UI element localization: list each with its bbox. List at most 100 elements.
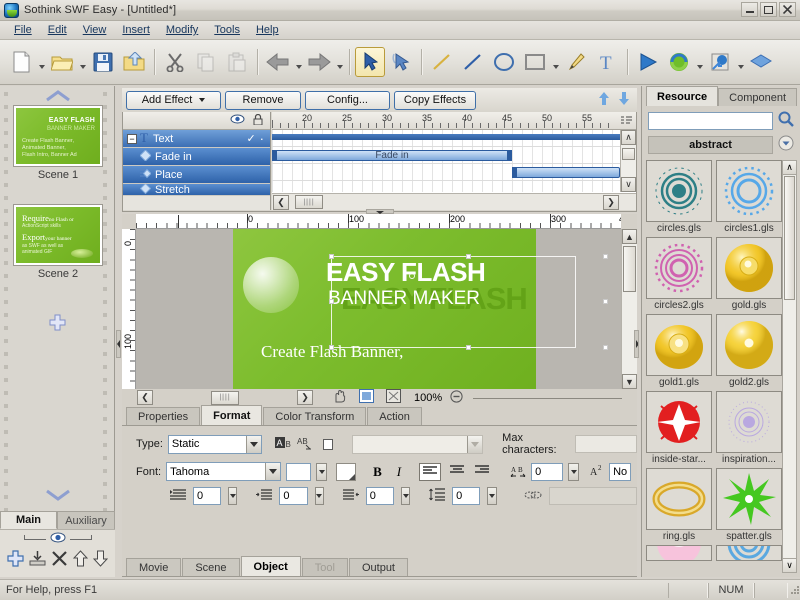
new-file-icon[interactable]	[6, 47, 36, 77]
inspiration-icon[interactable]	[716, 391, 782, 453]
layer-visible-check[interactable]: ✓	[246, 132, 255, 145]
left-margin-spinner[interactable]	[315, 487, 324, 505]
circles-blue-icon[interactable]	[716, 160, 782, 222]
add-effect-caret-icon[interactable]	[199, 98, 205, 102]
scene-scroll-up[interactable]	[0, 89, 115, 106]
menu-help[interactable]: Help	[248, 22, 287, 38]
ring-icon[interactable]	[646, 468, 712, 530]
timeline-options-icon[interactable]	[621, 116, 632, 129]
chevron-down-icon[interactable]	[778, 135, 794, 154]
timeline-scroll-right[interactable]: ❯	[603, 195, 619, 210]
indent-input[interactable]: 0	[193, 487, 221, 505]
menu-view[interactable]: View	[75, 22, 115, 38]
tab-action[interactable]: Action	[367, 407, 422, 425]
zoom-slider[interactable]	[473, 391, 637, 405]
keyframe-end-handle[interactable]	[507, 150, 512, 161]
resource-search-input[interactable]	[648, 112, 773, 130]
search-icon[interactable]	[778, 111, 794, 130]
rectangle-dropdown[interactable]	[551, 47, 560, 77]
publish-icon[interactable]	[664, 47, 694, 77]
resource-item[interactable]: ring.gls	[646, 468, 712, 542]
scene-scroll-down[interactable]	[0, 488, 115, 505]
handle-bottom-center[interactable]	[466, 345, 471, 350]
right-splitter-grip[interactable]	[634, 330, 639, 358]
move-down-icon[interactable]	[93, 550, 108, 570]
tab-properties[interactable]: Properties	[126, 407, 200, 425]
resource-item[interactable]	[716, 545, 782, 561]
font-family-select[interactable]: Tahoma	[166, 462, 281, 481]
timeline-scroll-up[interactable]: ∧	[621, 130, 636, 145]
resource-category-value[interactable]: abstract	[648, 136, 773, 154]
italic-button[interactable]: I	[397, 464, 401, 480]
resource-item[interactable]: inside-star...	[646, 391, 712, 465]
tab-component[interactable]: Component	[718, 88, 797, 106]
baseline-shift-select[interactable]: No	[609, 463, 631, 481]
timeline-scroll-thumb[interactable]	[622, 148, 635, 160]
rotation-handle[interactable]	[409, 273, 415, 279]
frame-row-place[interactable]	[272, 164, 620, 181]
layer-lock-dot[interactable]: ·	[260, 135, 264, 143]
handle-top-left[interactable]	[329, 254, 334, 259]
gold-disc2-icon[interactable]	[716, 314, 782, 376]
keyframe-bar-place[interactable]	[512, 167, 620, 178]
link-input[interactable]	[549, 487, 638, 505]
move-effect-up-icon[interactable]	[599, 92, 609, 108]
right-margin-spinner[interactable]	[401, 487, 410, 505]
render-text-icon[interactable]: AB	[297, 436, 314, 453]
timeline-effect-place[interactable]: Place	[123, 166, 270, 184]
resource-item[interactable]: gold1.gls	[646, 314, 712, 388]
line-icon[interactable]	[458, 47, 488, 77]
selectable-text-icon[interactable]: AB	[275, 436, 292, 452]
resource-item[interactable]: circles1.gls	[716, 160, 782, 234]
timeline-ruler[interactable]: 20 25 30 35 40 45 50 55	[272, 112, 636, 130]
lock-icon[interactable]	[253, 114, 263, 128]
resource-scroll-thumb[interactable]	[784, 176, 795, 300]
eye-icon[interactable]	[50, 532, 66, 546]
export-flash-icon[interactable]	[705, 47, 735, 77]
resource-item[interactable]: circles.gls	[646, 160, 712, 234]
font-size-spinner[interactable]	[316, 463, 327, 481]
canvas-hscroll-thumb[interactable]: ||||	[211, 391, 239, 405]
pencil-line-icon[interactable]	[427, 47, 457, 77]
line-spacing-input[interactable]: 0	[452, 487, 480, 505]
scene-thumb-2[interactable]: Requireno Flash or ActionScript skills E…	[14, 205, 102, 280]
move-up-icon[interactable]	[73, 550, 88, 570]
undo-dropdown[interactable]	[294, 47, 303, 77]
menu-tools[interactable]: Tools	[206, 22, 248, 38]
menu-modify[interactable]: Modify	[158, 22, 206, 38]
remove-effect-button[interactable]: Remove	[225, 91, 301, 110]
zoom-out-icon[interactable]	[450, 390, 463, 406]
handle-mid-left[interactable]	[329, 299, 334, 304]
play-preview-icon[interactable]	[633, 47, 663, 77]
copy-icon[interactable]	[191, 47, 221, 77]
menu-insert[interactable]: Insert	[114, 22, 158, 38]
open-folder-dropdown[interactable]	[78, 47, 87, 77]
undo-icon[interactable]	[263, 47, 293, 77]
letter-spacing-input[interactable]: 0	[531, 463, 563, 481]
layer-span-bar[interactable]	[272, 134, 620, 140]
frame-row-layer[interactable]	[272, 130, 620, 147]
pen-icon[interactable]	[561, 47, 591, 77]
paste-icon[interactable]	[222, 47, 252, 77]
keyframe-bar-fade-in[interactable]: Fade in	[272, 150, 512, 161]
resource-scroll-down[interactable]: ∨	[783, 558, 796, 572]
variable-select[interactable]	[352, 435, 483, 454]
save-icon[interactable]	[88, 47, 118, 77]
font-size-input[interactable]	[286, 463, 311, 481]
selection-box[interactable]	[331, 256, 576, 348]
subselect-arrow-icon[interactable]	[386, 47, 416, 77]
align-center-icon[interactable]	[450, 465, 464, 478]
resource-grid[interactable]: circles.gls circles1.gls circles2.gls go…	[646, 160, 784, 573]
resource-item[interactable]	[646, 545, 712, 561]
font-color-swatch[interactable]	[336, 463, 356, 481]
timeline-effect-stretch[interactable]: Stretch	[123, 184, 270, 196]
export-icon[interactable]	[119, 47, 149, 77]
menu-edit[interactable]: Edit	[40, 22, 75, 38]
blue-spiral-icon[interactable]	[716, 545, 782, 561]
menu-file[interactable]: File	[6, 22, 40, 38]
html-text-checkbox[interactable]	[323, 439, 333, 450]
show-all-icon[interactable]	[386, 389, 401, 406]
timeline-vertical-scrollbar[interactable]: ∧ ∨	[620, 130, 636, 192]
scene-thumb-1[interactable]: EASY FLASH BANNER MAKER Create Flash Ban…	[14, 106, 102, 181]
timeline-hscroll-thumb[interactable]: ||||	[295, 195, 323, 209]
